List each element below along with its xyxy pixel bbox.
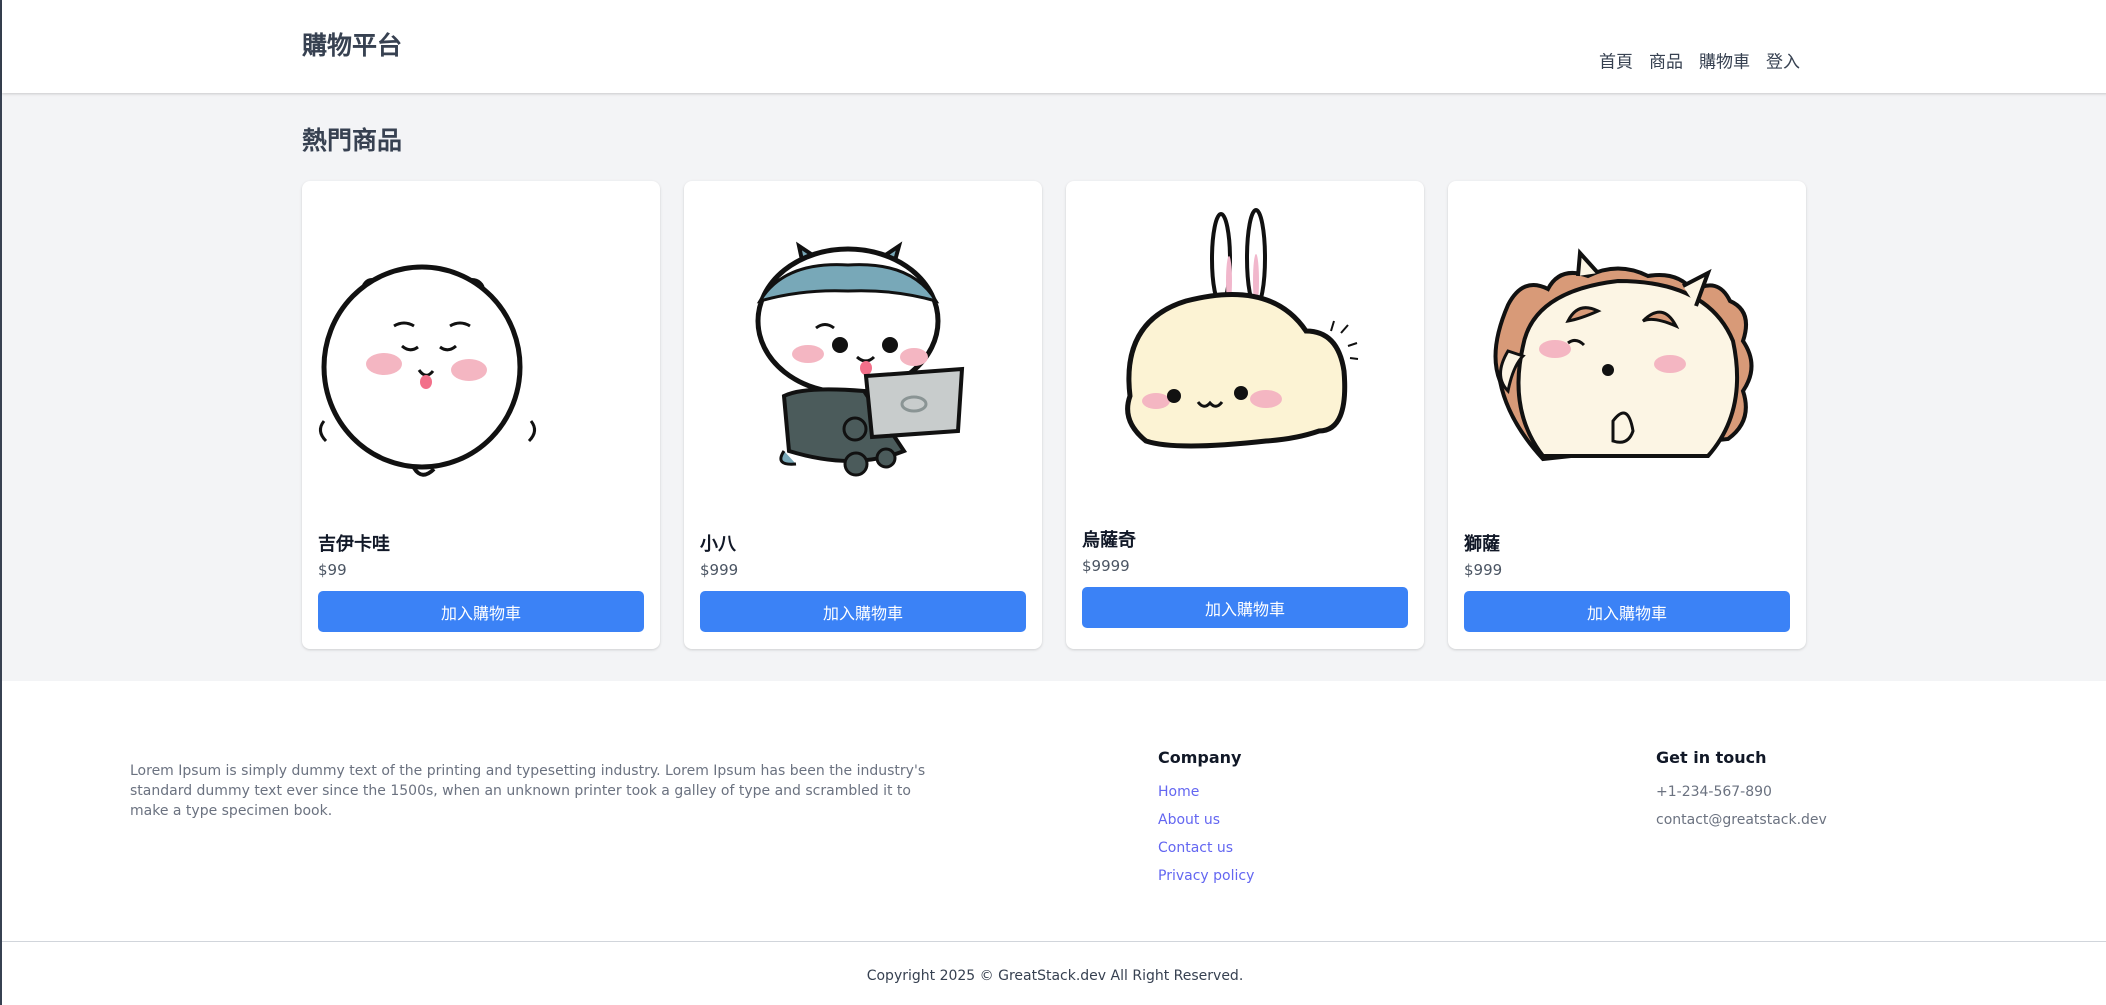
footer-about-link[interactable]: About us [1158, 812, 1220, 828]
add-to-cart-button[interactable]: 加入購物車 [1464, 591, 1790, 632]
product-card: 吉伊卡哇 $99 加入購物車 [302, 181, 660, 649]
product-name: 吉伊卡哇 [318, 534, 390, 555]
product-image-lion [1493, 248, 1754, 462]
company-heading: Company [1158, 748, 1242, 767]
contact-email[interactable]: contact@greatstack.dev [1656, 812, 1827, 828]
contact-phone: +1-234-567-890 [1656, 784, 1772, 800]
nav-home-link[interactable]: 首頁 [1599, 48, 1633, 73]
site-footer: Lorem Ipsum is simply dummy text of the … [2, 681, 2106, 1005]
product-name: 獅薩 [1464, 534, 1500, 555]
product-image-cat-laptop [755, 241, 965, 477]
product-card: 烏薩奇 $9999 加入購物車 [1066, 181, 1424, 649]
product-price: $999 [1464, 561, 1503, 579]
product-name: 小八 [700, 534, 736, 555]
product-price: $999 [700, 561, 739, 579]
copyright-text: Copyright 2025 © GreatStack.dev All Righ… [866, 968, 1244, 984]
add-to-cart-button[interactable]: 加入購物車 [1082, 587, 1408, 628]
product-card: 獅薩 $999 加入購物車 [1448, 181, 1806, 649]
footer-divider [2, 941, 2106, 942]
footer-home-link[interactable]: Home [1158, 784, 1199, 800]
site-logo[interactable]: 購物平台 [302, 26, 402, 62]
product-name: 烏薩奇 [1082, 530, 1136, 551]
add-to-cart-button[interactable]: 加入購物車 [700, 591, 1026, 632]
product-price: $9999 [1082, 557, 1130, 575]
add-to-cart-button[interactable]: 加入購物車 [318, 591, 644, 632]
section-title: 熱門商品 [302, 126, 403, 155]
nav-products-link[interactable]: 商品 [1649, 48, 1683, 73]
main-nav: 首頁 商品 購物車 登入 [1599, 48, 1800, 73]
top-navbar: 購物平台 首頁 商品 購物車 登入 [2, 0, 2106, 93]
nav-login-link[interactable]: 登入 [1766, 48, 1800, 73]
product-card: 小八 $999 加入購物車 [684, 181, 1042, 649]
main-content: 熱門商品 吉伊卡哇 $99 加入購物車 小八 $999 加入購物車 烏薩奇 $9… [2, 93, 2106, 681]
product-image-rabbit [1125, 208, 1359, 449]
footer-contact-link[interactable]: Contact us [1158, 840, 1233, 856]
product-image-white-bear [319, 264, 536, 477]
footer-description: Lorem Ipsum is simply dummy text of the … [130, 763, 926, 819]
product-price: $99 [318, 561, 347, 579]
contact-heading: Get in touch [1656, 748, 1767, 767]
nav-cart-link[interactable]: 購物車 [1699, 48, 1750, 73]
footer-privacy-link[interactable]: Privacy policy [1158, 868, 1254, 884]
